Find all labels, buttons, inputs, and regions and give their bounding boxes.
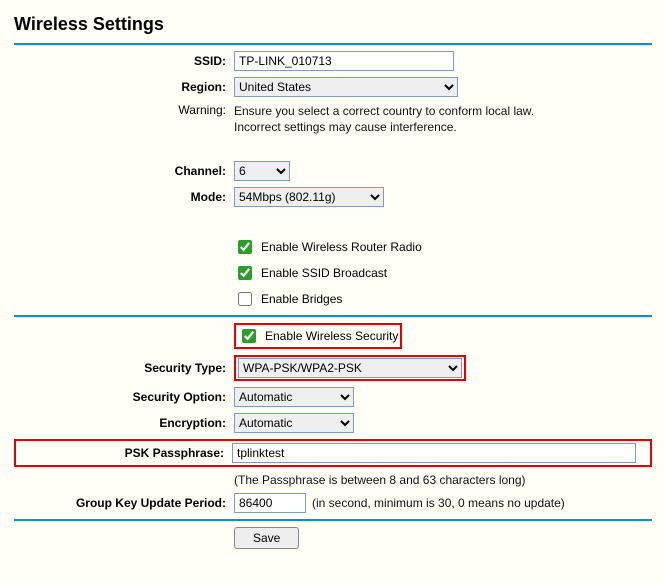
psk-highlight: PSK Passphrase:	[14, 439, 652, 467]
ssid-input[interactable]	[234, 51, 454, 71]
row-enable-ssid-broadcast: Enable SSID Broadcast	[14, 263, 652, 283]
enable-bridges-label: Enable Bridges	[261, 292, 342, 306]
psk-input[interactable]	[232, 443, 636, 463]
psk-label: PSK Passphrase:	[20, 446, 232, 460]
mode-label: Mode:	[14, 190, 234, 204]
enable-radio-label: Enable Wireless Router Radio	[261, 240, 422, 254]
divider	[14, 43, 652, 45]
enable-bridges-input[interactable]	[238, 292, 252, 306]
row-psk: PSK Passphrase:	[14, 439, 652, 467]
enable-security-checkbox[interactable]: Enable Wireless Security	[238, 326, 398, 346]
enable-radio-input[interactable]	[238, 240, 252, 254]
ssid-label: SSID:	[14, 54, 234, 68]
psk-hint: (The Passphrase is between 8 and 63 char…	[234, 473, 526, 487]
enable-security-label: Enable Wireless Security	[265, 329, 398, 343]
row-ssid: SSID:	[14, 51, 652, 71]
row-save: Save	[14, 527, 652, 549]
security-type-select[interactable]: WPA-PSK/WPA2-PSK	[238, 358, 462, 378]
mode-select[interactable]: 54Mbps (802.11g)	[234, 187, 384, 207]
row-enable-radio: Enable Wireless Router Radio	[14, 237, 652, 257]
page-title: Wireless Settings	[14, 14, 652, 35]
row-encryption: Encryption: Automatic	[14, 413, 652, 433]
region-select[interactable]: United States	[234, 77, 458, 97]
row-warning: Warning: Ensure you select a correct cou…	[14, 103, 652, 135]
group-key-label: Group Key Update Period:	[14, 496, 234, 510]
warning-label: Warning:	[14, 103, 234, 117]
enable-ssid-broadcast-input[interactable]	[238, 266, 252, 280]
save-button[interactable]: Save	[234, 527, 299, 549]
channel-label: Channel:	[14, 164, 234, 178]
row-security-type: Security Type: WPA-PSK/WPA2-PSK	[14, 355, 652, 381]
enable-security-highlight: Enable Wireless Security	[234, 323, 402, 349]
divider	[14, 519, 652, 521]
row-enable-bridges: Enable Bridges	[14, 289, 652, 309]
warning-text: Ensure you select a correct country to c…	[234, 103, 574, 135]
row-group-key: Group Key Update Period: (in second, min…	[14, 493, 652, 513]
security-type-highlight: WPA-PSK/WPA2-PSK	[234, 355, 466, 381]
enable-radio-checkbox[interactable]: Enable Wireless Router Radio	[234, 237, 422, 257]
row-mode: Mode: 54Mbps (802.11g)	[14, 187, 652, 207]
row-enable-security: Enable Wireless Security	[14, 323, 652, 349]
security-option-select[interactable]: Automatic	[234, 387, 354, 407]
group-key-input[interactable]	[234, 493, 306, 513]
divider	[14, 315, 652, 317]
security-type-label: Security Type:	[14, 361, 234, 375]
encryption-select[interactable]: Automatic	[234, 413, 354, 433]
row-psk-hint: (The Passphrase is between 8 and 63 char…	[14, 473, 652, 487]
security-option-label: Security Option:	[14, 390, 234, 404]
row-channel: Channel: 6	[14, 161, 652, 181]
row-region: Region: United States	[14, 77, 652, 97]
channel-select[interactable]: 6	[234, 161, 290, 181]
enable-ssid-broadcast-label: Enable SSID Broadcast	[261, 266, 387, 280]
region-label: Region:	[14, 80, 234, 94]
group-key-hint: (in second, minimum is 30, 0 means no up…	[312, 496, 565, 510]
row-security-option: Security Option: Automatic	[14, 387, 652, 407]
enable-ssid-broadcast-checkbox[interactable]: Enable SSID Broadcast	[234, 263, 387, 283]
encryption-label: Encryption:	[14, 416, 234, 430]
enable-bridges-checkbox[interactable]: Enable Bridges	[234, 289, 342, 309]
enable-security-input[interactable]	[242, 329, 256, 343]
